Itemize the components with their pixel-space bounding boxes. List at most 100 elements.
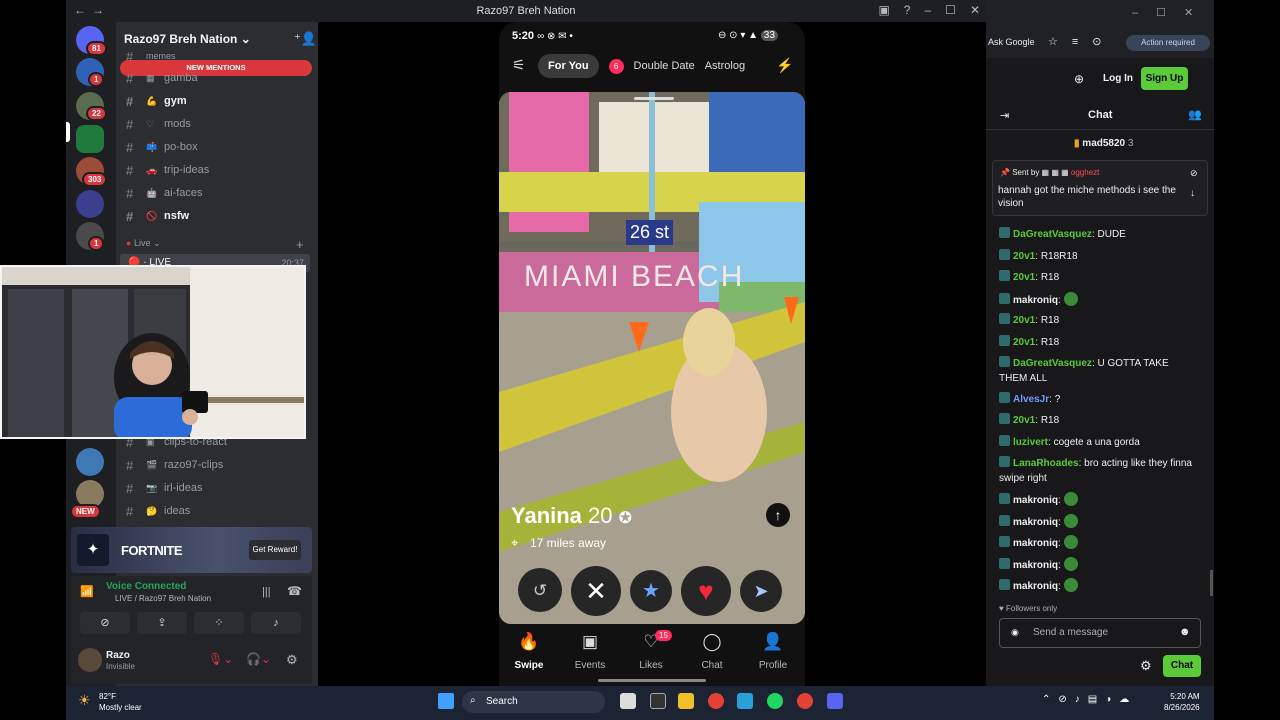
guild-icon[interactable] xyxy=(76,190,104,218)
chat-username[interactable]: luzivert xyxy=(1013,437,1048,448)
community-icon[interactable]: 👥 xyxy=(1188,108,1202,121)
add-channel-icon[interactable]: + xyxy=(296,237,304,252)
invite-icon[interactable]: ⁺👤 xyxy=(294,31,317,47)
profile-icon[interactable]: 👤 xyxy=(750,632,796,652)
server-name[interactable]: Razo97 Breh Nation ⌄ xyxy=(124,32,251,46)
sign-up-button[interactable]: Sign Up xyxy=(1141,67,1188,90)
channel-item[interactable]: # 🚗 trip-ideas xyxy=(126,162,209,178)
avatar[interactable] xyxy=(78,648,102,672)
filter-icon[interactable]: ⚟ xyxy=(512,56,525,74)
guild-icon[interactable] xyxy=(76,125,104,153)
activities-button[interactable]: ⁘ xyxy=(194,612,244,634)
browser-window-controls[interactable]: –☐✕ xyxy=(1132,6,1211,19)
chat-username[interactable]: 20v1 xyxy=(1013,337,1035,348)
tab-for-you[interactable]: For You xyxy=(538,54,599,78)
chat-username[interactable]: DaGreatVasquez xyxy=(1013,358,1092,369)
app-icon[interactable] xyxy=(650,693,666,709)
expand-profile-button[interactable]: ↑ xyxy=(766,503,790,527)
camera-off-button[interactable]: ⊘ xyxy=(80,612,130,634)
voice-status[interactable]: Voice Connected xyxy=(106,581,186,592)
weather-widget[interactable]: 82°F Mostly clear xyxy=(99,691,142,713)
chat-username[interactable]: 20v1 xyxy=(1013,251,1035,262)
chat-message: DaGreatVasquez: DUDE xyxy=(999,227,1199,242)
chat-settings-icon[interactable]: ⚙ xyxy=(1140,658,1152,674)
log-in-button[interactable]: Log In xyxy=(1103,73,1133,84)
tab-double-date[interactable]: Double Date xyxy=(634,60,695,72)
action-required-button[interactable]: Action required xyxy=(1126,35,1210,51)
nav-chat[interactable]: Chat xyxy=(689,660,735,671)
channel-item[interactable]: # 📫 po-box xyxy=(126,139,198,155)
chat-username[interactable]: AlvesJr xyxy=(1013,394,1049,405)
chat-username[interactable]: makroniq xyxy=(1013,495,1058,506)
channel-item[interactable]: # 🚫 nsfw xyxy=(126,208,189,224)
collapse-chat-icon[interactable]: ⇥ xyxy=(1000,109,1009,122)
noise-suppression-icon[interactable]: ||| xyxy=(262,586,271,598)
channel-item[interactable]: # 💪 gym xyxy=(126,93,187,109)
settings-gear-icon[interactable]: ⚙ xyxy=(286,652,298,668)
like-button[interactable]: ♥ xyxy=(681,566,731,616)
voice-channel-name[interactable]: LIVE / Razo97 Breh Nation xyxy=(115,594,211,603)
chat-bubble-icon[interactable]: ◯ xyxy=(689,632,735,652)
chat-username[interactable]: LanaRhoades xyxy=(1013,458,1079,469)
chat-username[interactable]: 20v1 xyxy=(1013,415,1035,426)
nav-swipe[interactable]: Swipe xyxy=(506,660,552,671)
taskbar-search[interactable]: ⌕ Search xyxy=(462,691,605,713)
events-icon[interactable]: ▣ xyxy=(567,632,613,652)
channel-item[interactable]: # ▦ gamba xyxy=(126,70,198,86)
chat-username[interactable]: 20v1 xyxy=(1013,315,1035,326)
chat-username[interactable]: makroniq xyxy=(1013,538,1058,549)
ask-google-button[interactable]: Ask Google xyxy=(988,37,1035,47)
system-tray-icons[interactable]: ⌃⊘♪▤◑☁ xyxy=(1042,694,1137,705)
chat-username[interactable]: DaGreatVasquez xyxy=(1013,229,1092,240)
chat-send-button[interactable]: Chat xyxy=(1163,655,1201,677)
window-controls[interactable]: ▣? – ☐ ✕ xyxy=(878,3,980,17)
chrome-icon[interactable] xyxy=(708,693,724,709)
super-like-button[interactable]: ★ xyxy=(630,570,672,612)
soundboard-button[interactable]: ♪ xyxy=(251,612,301,634)
super-send-button[interactable]: ➤ xyxy=(740,570,782,612)
browser-icons[interactable]: ☆≡⊙ xyxy=(1048,35,1116,48)
globe-icon[interactable]: ⊕ xyxy=(1074,72,1084,86)
category-live[interactable]: ● Live ⌄ xyxy=(126,238,161,249)
discord-taskbar-icon[interactable] xyxy=(827,693,843,709)
rewind-button[interactable]: ↺ xyxy=(518,568,562,612)
hide-pin-icon[interactable]: ⊘ xyxy=(1190,168,1198,179)
taskbar-clock[interactable]: 5:20 AM 8/26/2026 xyxy=(1164,691,1200,713)
chat-username[interactable]: 20v1 xyxy=(1013,272,1035,283)
mute-icon[interactable]: 🎙⌄ xyxy=(208,652,233,666)
flame-icon[interactable]: 🔥 xyxy=(506,632,552,652)
start-button[interactable] xyxy=(438,693,454,709)
username[interactable]: Razo xyxy=(106,650,130,661)
chat-username[interactable]: makroniq xyxy=(1013,295,1058,306)
channel-item[interactable]: # ♡ mods xyxy=(126,116,191,132)
channel-item[interactable]: # 🤖 ai-faces xyxy=(126,185,203,201)
chrome-profile-icon[interactable] xyxy=(797,693,813,709)
chat-username[interactable]: makroniq xyxy=(1013,581,1058,592)
get-reward-button[interactable]: Get Reward! xyxy=(249,540,301,560)
chat-username[interactable]: makroniq xyxy=(1013,560,1058,571)
file-explorer-icon[interactable] xyxy=(678,693,694,709)
spotify-icon[interactable] xyxy=(767,693,783,709)
channel-item[interactable]: # 🤔 ideas xyxy=(126,503,190,519)
disconnect-icon[interactable]: ☎ xyxy=(287,584,302,598)
channel-item[interactable]: # 🎬 razo97-clips xyxy=(126,457,223,473)
guild-icon[interactable] xyxy=(76,448,104,476)
chat-scrollbar[interactable] xyxy=(1210,570,1213,596)
chat-username[interactable]: makroniq xyxy=(1013,517,1058,528)
photos-icon[interactable] xyxy=(737,693,753,709)
channel-item[interactable]: # memes xyxy=(126,48,176,64)
bits-icon[interactable]: ◉ xyxy=(1011,627,1019,638)
nav-profile[interactable]: Profile xyxy=(750,660,796,671)
expand-pin-icon[interactable]: ↓ xyxy=(1190,188,1195,199)
nope-button[interactable]: ✕ xyxy=(571,566,621,616)
deafen-icon[interactable]: 🎧⌄ xyxy=(246,652,271,666)
screen-share-button[interactable]: ⇪ xyxy=(137,612,187,634)
nav-events[interactable]: Events xyxy=(567,660,613,671)
top-gifter[interactable]: ▮ mad5820 3 xyxy=(1074,138,1133,149)
tab-astrology[interactable]: Astrolog xyxy=(705,60,745,72)
boost-icon[interactable]: ⚡ xyxy=(776,57,793,74)
nav-likes[interactable]: Likes xyxy=(628,660,674,671)
task-view-icon[interactable] xyxy=(620,693,636,709)
emote-picker-icon[interactable]: ☻ xyxy=(1179,626,1191,638)
channel-item[interactable]: # 📷 irl-ideas xyxy=(126,480,203,496)
